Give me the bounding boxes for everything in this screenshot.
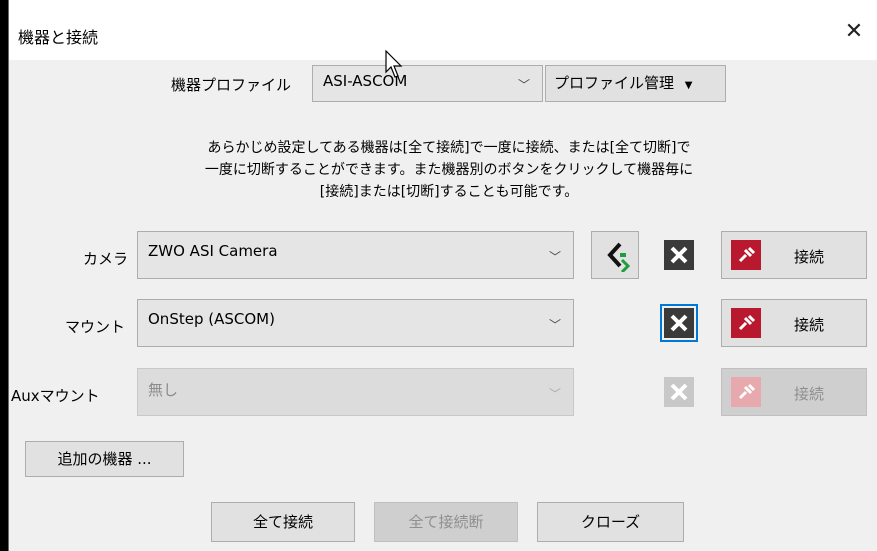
aux-mount-connect-label: 接続	[794, 385, 825, 403]
camera-swap-button[interactable]	[591, 231, 639, 279]
disconnect-all-button[interactable]: 全て接続断	[374, 502, 518, 542]
swap-icon	[607, 242, 631, 274]
profile-manage-button[interactable]: プロファイル管理 ▼	[545, 65, 726, 102]
description-line-3: [接続]または[切断]することも可能です。	[319, 184, 579, 200]
description-line-1: あらかじめ設定してある機器は[全て接続]で一度に接続、または[全て切断]で	[207, 140, 691, 156]
description-text: あらかじめ設定してある機器は[全て接続]で一度に接続、または[全て切断]で 一度…	[139, 137, 759, 203]
aux-mount-settings-button[interactable]	[664, 377, 694, 407]
mount-connect-label: 接続	[794, 316, 825, 334]
window-title: 機器と接続	[18, 28, 99, 47]
aux-mount-select[interactable]: 無し ﹀	[137, 368, 574, 416]
chevron-down-icon: ﹀	[548, 318, 561, 332]
plug-icon	[731, 308, 761, 338]
mount-connect-button[interactable]: 接続	[721, 299, 867, 347]
tools-icon	[670, 383, 688, 401]
description-line-2: 一度に切断することができます。また機器別のボタンをクリックして機器毎に	[204, 162, 694, 178]
close-icon[interactable]: ✕	[834, 14, 874, 50]
chevron-down-icon: ﹀	[548, 250, 561, 264]
connect-all-button[interactable]: 全て接続	[211, 502, 355, 542]
aux-mount-label: Auxマウント	[11, 387, 100, 405]
mount-select-value: OnStep (ASCOM)	[148, 310, 275, 328]
profile-manage-label: プロファイル管理	[554, 74, 675, 92]
more-devices-button[interactable]: 追加の機器 ...	[25, 441, 184, 477]
close-button[interactable]: クローズ	[537, 502, 684, 542]
aux-mount-connect-button[interactable]: 接続	[721, 368, 867, 416]
plug-icon	[731, 240, 761, 270]
chevron-down-icon: ﹀	[548, 387, 561, 401]
mount-select[interactable]: OnStep (ASCOM) ﹀	[137, 299, 574, 347]
profile-select[interactable]: ASI-ASCOM ﹀	[312, 65, 543, 102]
aux-mount-select-value: 無し	[148, 381, 179, 399]
camera-select-value: ZWO ASI Camera	[148, 242, 278, 260]
camera-label: カメラ	[83, 250, 129, 268]
camera-settings-button[interactable]	[664, 240, 694, 270]
mount-label: マウント	[65, 318, 126, 336]
camera-connect-label: 接続	[794, 248, 825, 266]
chevron-down-icon: ﹀	[517, 78, 530, 92]
tools-icon	[670, 246, 688, 264]
dropdown-arrow-icon: ▼	[684, 80, 693, 91]
camera-connect-button[interactable]: 接続	[721, 231, 867, 279]
profile-label: 機器プロファイル	[171, 76, 292, 94]
title-bar: 機器と接続 ✕	[9, 0, 877, 60]
plug-icon	[731, 377, 761, 407]
camera-select[interactable]: ZWO ASI Camera ﹀	[137, 231, 574, 279]
tools-icon	[670, 314, 688, 332]
dialog-window: 機器と接続 ✕ 機器プロファイル ASI-ASCOM ﹀ プロファイル管理 ▼ …	[8, 0, 877, 551]
mount-settings-button[interactable]	[660, 304, 698, 342]
cursor-icon	[385, 50, 403, 78]
